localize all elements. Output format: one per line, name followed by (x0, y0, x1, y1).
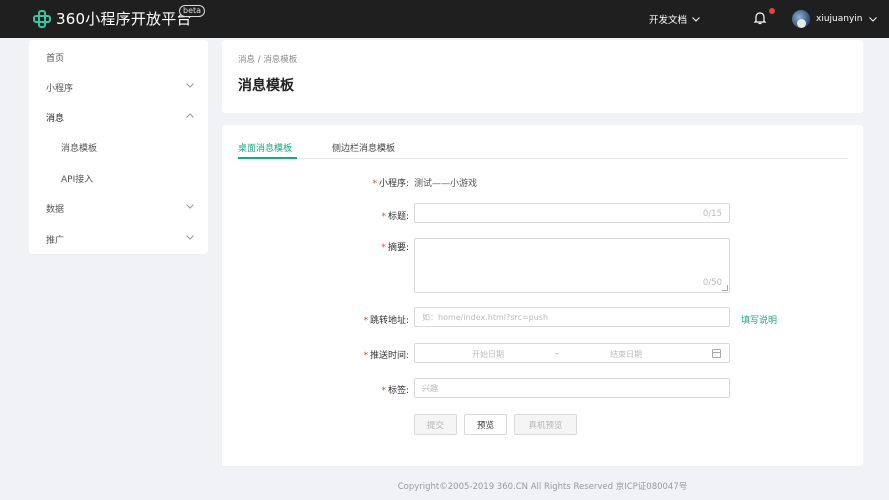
username: xiujuanyin (816, 14, 863, 24)
active-tab-indicator (238, 157, 297, 159)
chevron-down-icon (186, 83, 194, 88)
calendar-icon (712, 349, 721, 358)
required-mark: * (381, 243, 386, 253)
required-mark: * (363, 316, 368, 326)
chevron-down-icon (692, 16, 700, 22)
required-mark: * (381, 386, 386, 396)
sidebar-item-promotion[interactable]: 推广 (29, 224, 208, 254)
title-input[interactable]: 0/15 (414, 203, 730, 223)
tab-bar: 桌面消息模板 侧边栏消息模板 (238, 139, 848, 159)
chevron-down-icon (868, 16, 877, 22)
logo[interactable]: 360小程序开放平台 beta (33, 5, 206, 29)
sidebar-item-label: 小程序 (46, 83, 74, 94)
page-title: 消息模板 (238, 78, 294, 94)
miniprogram-value: 测试——小游戏 (414, 179, 478, 189)
footer-copyright: Copyright©2005-2019 360.CN All Rights Re… (397, 482, 688, 492)
bell-icon[interactable] (752, 10, 768, 26)
chevron-down-icon (186, 204, 194, 209)
title-char-counter: 0/15 (702, 209, 722, 219)
sidebar-item-label: 消息模板 (61, 143, 98, 154)
logo-text: 360小程序开放平台 (56, 10, 192, 28)
sidebar-item-label: 首页 (46, 53, 65, 64)
resize-handle[interactable] (722, 285, 728, 291)
title-label: * 标题: (381, 212, 409, 222)
sidebar-item-miniprogram[interactable]: 小程序 (29, 72, 208, 102)
sidebar-item-messages[interactable]: 消息 (29, 102, 208, 132)
start-date-placeholder: 开始日期 (472, 350, 504, 359)
miniprogram-label: * 小程序: (372, 179, 409, 189)
avatar (792, 10, 810, 28)
push-time-label: * 推送时间: (363, 351, 409, 361)
sidebar-item-label: 数据 (46, 204, 65, 215)
device-preview-button[interactable]: 真机预览 (514, 414, 577, 435)
jump-url-placeholder: 如：home/index.html?src=push (422, 312, 549, 322)
tags-label: * 标签: (381, 386, 409, 396)
help-link[interactable]: 填写说明 (741, 313, 777, 326)
date-range-separator: – (555, 349, 559, 358)
sidebar-item-data[interactable]: 数据 (29, 193, 208, 223)
tags-input[interactable]: 兴趣 (414, 378, 730, 398)
sidebar: 首页 小程序 消息 消息模板 API接入 数据 推广 (29, 40, 208, 254)
chevron-up-icon (186, 113, 194, 118)
required-mark: * (381, 212, 386, 222)
sidebar-item-message-templates[interactable]: 消息模板 (29, 132, 208, 162)
submit-button[interactable]: 提交 (414, 414, 457, 435)
sidebar-item-home[interactable]: 首页 (29, 42, 208, 72)
date-range-picker[interactable]: 开始日期 – 结束日期 (414, 343, 730, 363)
sidebar-item-label: 消息 (46, 113, 65, 124)
summary-char-counter: 0/50 (702, 278, 722, 288)
preview-button[interactable]: 预览 (464, 414, 507, 435)
beta-badge: beta (179, 5, 206, 17)
jump-url-label: * 跳转地址: (363, 316, 409, 326)
top-navigation-bar: 360小程序开放平台 beta 开发文档 xiujuanyin (0, 0, 889, 38)
required-mark: * (363, 351, 368, 361)
sidebar-item-label: API接入 (61, 174, 94, 185)
dev-docs-menu[interactable]: 开发文档 (649, 12, 700, 26)
end-date-placeholder: 结束日期 (610, 350, 642, 359)
summary-textarea[interactable]: 0/50 (414, 238, 730, 293)
jump-url-input[interactable]: 如：home/index.html?src=push (414, 307, 730, 327)
notification-dot (769, 8, 775, 14)
page-header-card: 消息 / 消息模板 消息模板 (222, 40, 863, 113)
dev-docs-label: 开发文档 (649, 15, 688, 26)
form-card: 桌面消息模板 侧边栏消息模板 * 小程序: 测试——小游戏 * 标题: 0/15 *… (222, 125, 863, 466)
user-menu[interactable]: xiujuanyin (792, 10, 877, 28)
breadcrumb: 消息 / 消息模板 (238, 55, 298, 65)
sidebar-item-api-access[interactable]: API接入 (29, 163, 208, 193)
summary-label: * 摘要: (381, 243, 409, 253)
logo-icon (33, 9, 51, 28)
required-mark: * (372, 179, 377, 189)
sidebar-item-label: 推广 (46, 235, 65, 246)
tab-desktop-template[interactable]: 桌面消息模板 (238, 141, 292, 154)
tags-placeholder: 兴趣 (422, 383, 438, 393)
chevron-down-icon (186, 235, 194, 240)
tab-sidebar-template[interactable]: 侧边栏消息模板 (332, 141, 395, 154)
